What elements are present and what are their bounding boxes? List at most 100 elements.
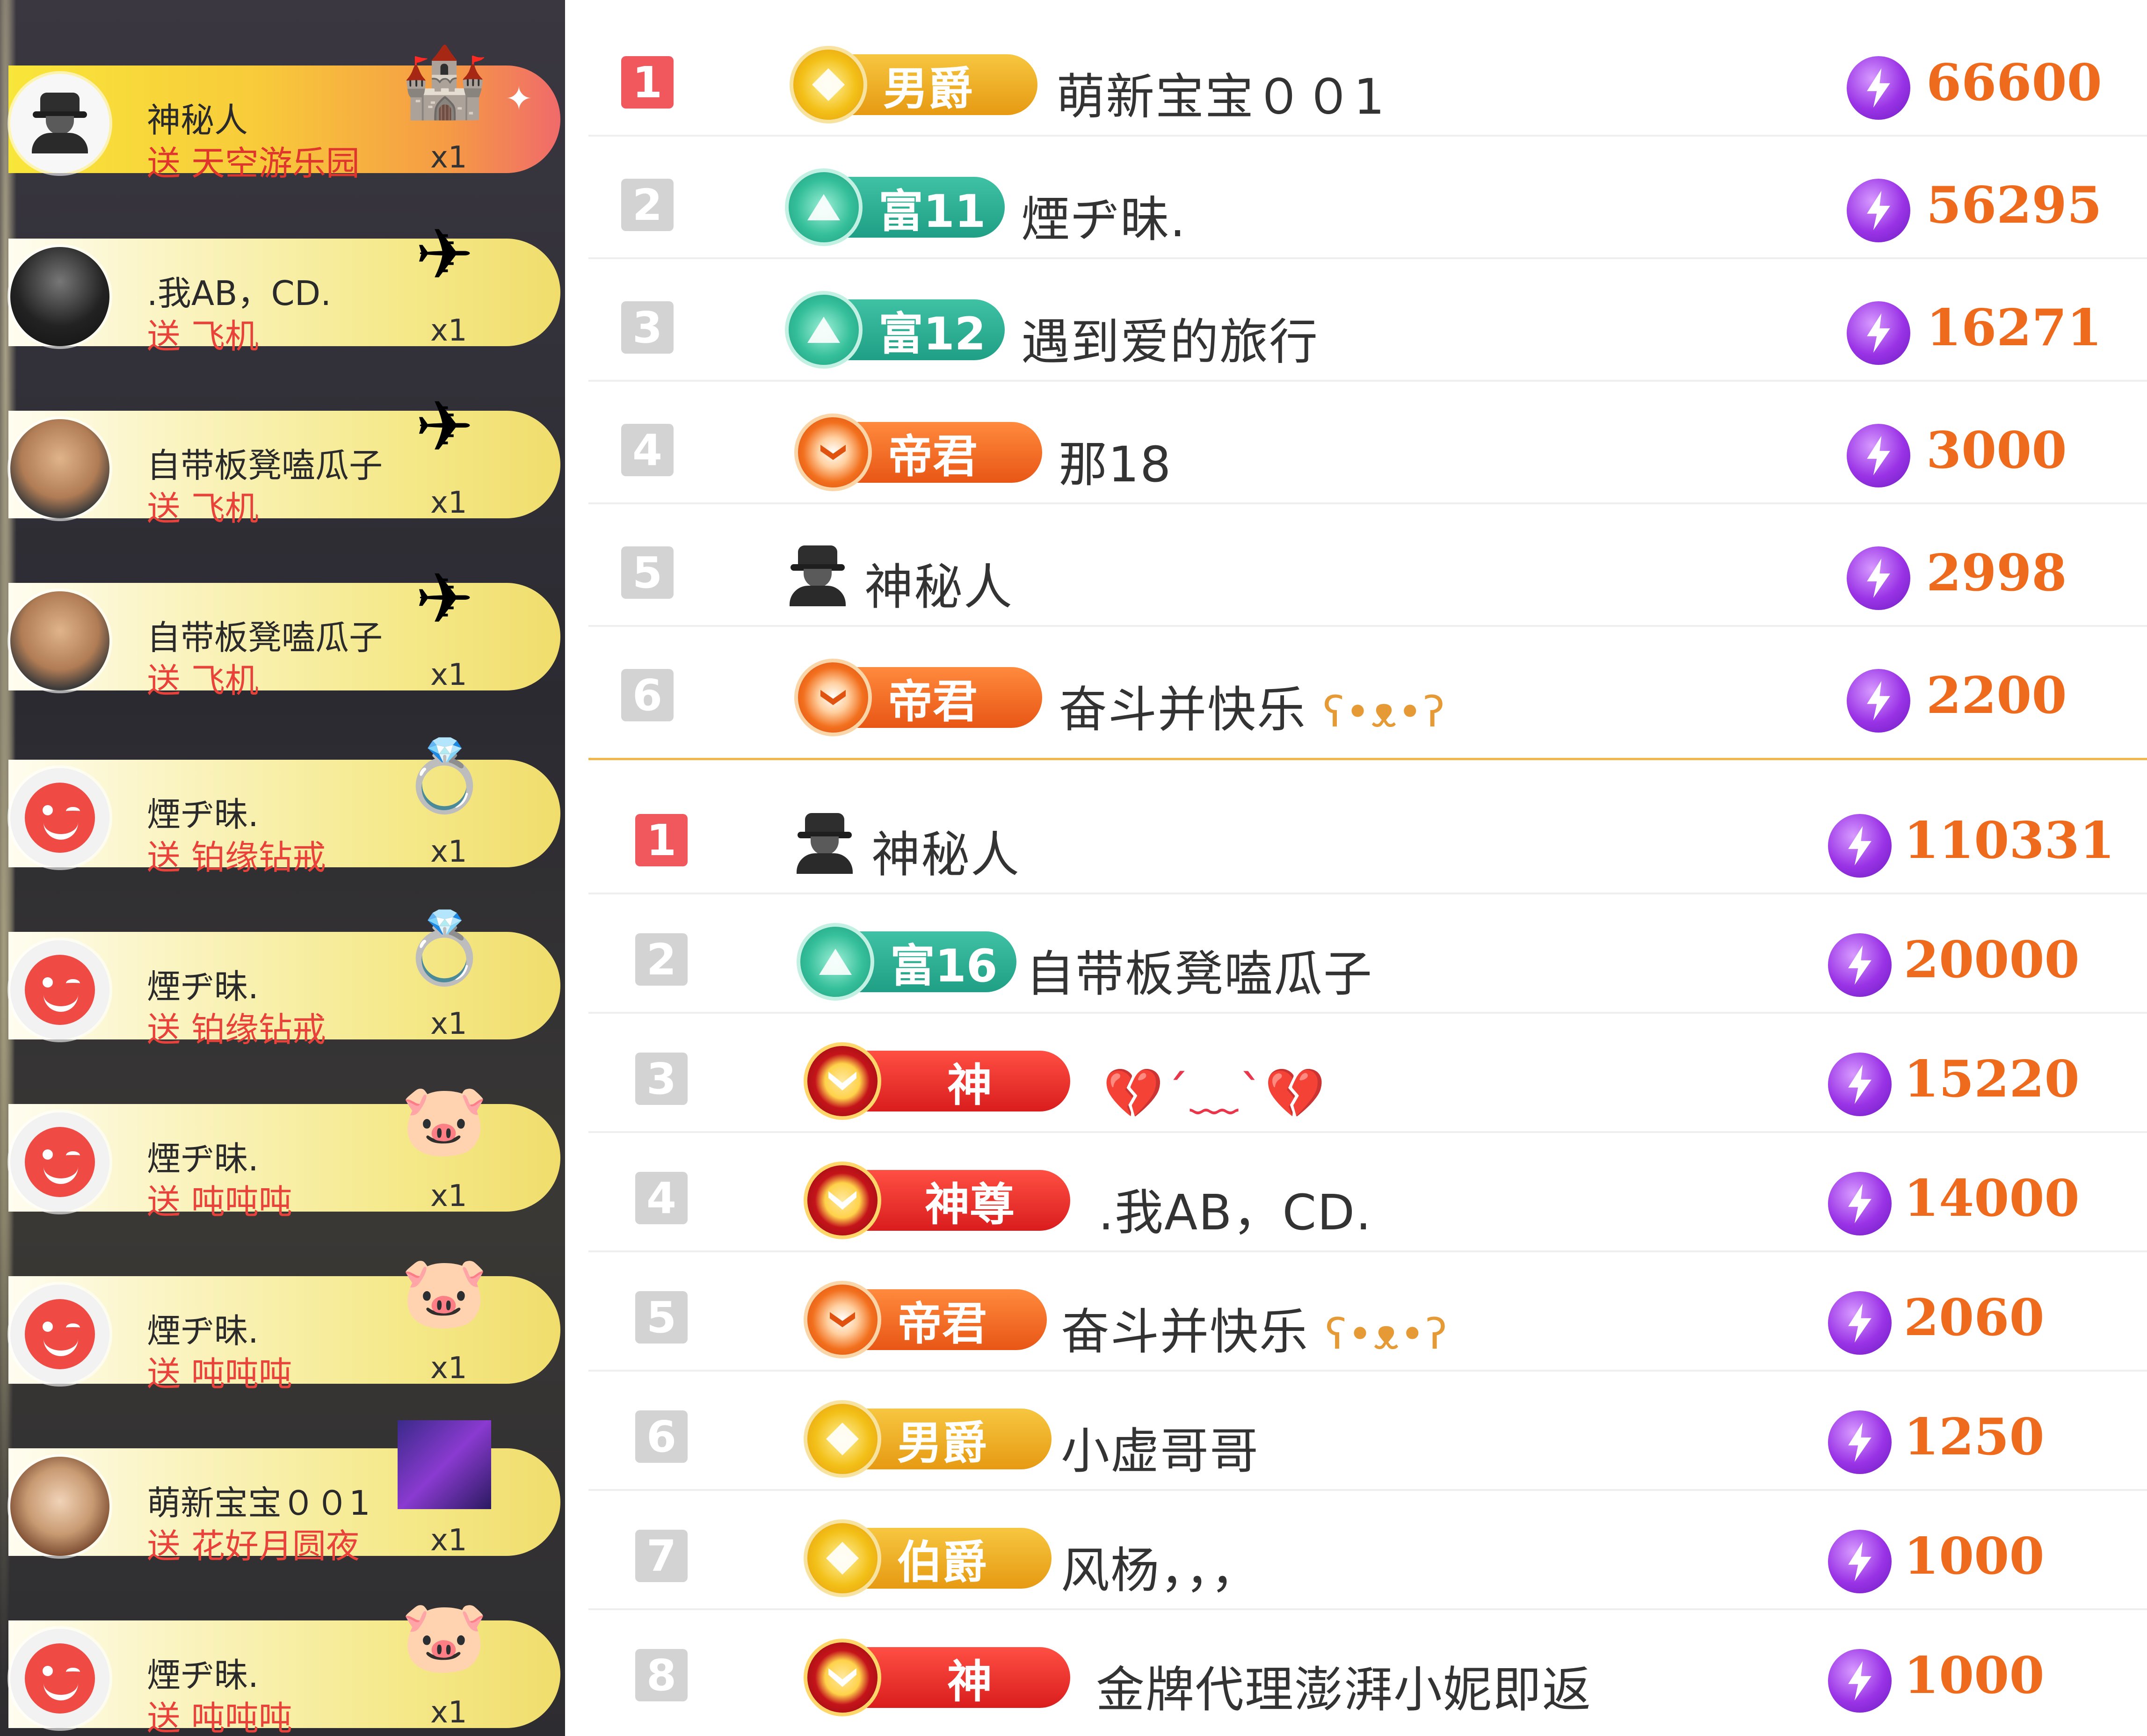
- bear-icon: ʕ•ᴥ•ʔ: [1323, 688, 1446, 737]
- leaderboard-bottom: 1 神秘人 110331 2 富16 自带板凳嗑瓜子 20000 3 神 💔ˊ﹏…: [588, 772, 2147, 1736]
- leaderboard-row[interactable]: 3 神 💔ˊ﹏ˋ💔 15220: [588, 1010, 2147, 1133]
- avatar[interactable]: [10, 1629, 109, 1728]
- badge-emblem-icon: [794, 414, 872, 491]
- emperor-badge: 帝君: [804, 1281, 1047, 1358]
- rank-number: 6: [621, 669, 674, 721]
- gift-feed: 神秘人 送 天空游乐园 x1 🏰 ✦ .我AB，CD. 送 飞机 x1 ✈ 自带…: [0, 0, 565, 1736]
- mystery-user-icon: [790, 545, 846, 606]
- avatar[interactable]: [10, 1112, 109, 1212]
- gift-sender-name: 神秘人: [147, 101, 248, 140]
- avatar[interactable]: [10, 940, 109, 1039]
- avatar[interactable]: [10, 1285, 109, 1384]
- rich-badge: 富16: [797, 923, 1016, 1001]
- gift-description: 送 花好月圆夜: [147, 1526, 360, 1566]
- gift-feed-item: 煙ヂ昧. 送 吨吨吨 x1 🐷: [0, 1596, 565, 1736]
- badge-emblem-icon: [794, 659, 872, 736]
- mystery-user-icon: [32, 93, 88, 153]
- smile-face-icon: [25, 1299, 95, 1369]
- rich-badge: 富11: [785, 168, 1005, 246]
- gift-description: 送 铂缘钻戒: [147, 838, 326, 877]
- sparkle-icon: ✦: [505, 80, 533, 118]
- lightning-coin-icon: [1847, 301, 1910, 365]
- noble-badge: 男爵: [790, 46, 1037, 123]
- leaderboard-row[interactable]: 4 帝君 那18 3000: [588, 382, 2147, 504]
- score: 3000: [1926, 421, 2067, 480]
- rich-badge: 富12: [785, 291, 1005, 369]
- badge-emblem-icon: [785, 168, 863, 246]
- lightning-coin-icon: [1847, 56, 1910, 120]
- score: 14000: [1904, 1169, 2080, 1228]
- moon-night-icon: [398, 1420, 491, 1509]
- leaderboard-row[interactable]: 6 帝君 奋斗并快乐 ʕ•ᴥ•ʔ 2200: [588, 627, 2147, 749]
- wizard-pig-icon: 🐷: [400, 1080, 488, 1161]
- badge-emblem-icon: [790, 46, 867, 123]
- score: 15220: [1904, 1050, 2080, 1109]
- badge-emblem-icon: [804, 1042, 881, 1120]
- avatar[interactable]: [10, 419, 109, 518]
- rank-number: 2: [635, 933, 688, 986]
- smile-face-icon: [25, 783, 95, 853]
- leaderboard-row[interactable]: 1 男爵 萌新宝宝００1 66600: [588, 14, 2147, 137]
- badge-emblem-icon: [797, 923, 874, 1001]
- badge-emblem-icon: [804, 1162, 881, 1239]
- gift-description: 送 吨吨吨: [147, 1354, 292, 1394]
- gift-sender-name: .我AB，CD.: [147, 274, 332, 313]
- rank-number: 1: [635, 814, 688, 866]
- leaderboard-row[interactable]: 5 帝君 奋斗并快乐 ʕ•ᴥ•ʔ 2060: [588, 1249, 2147, 1372]
- user-name: 萌新宝宝００1: [1056, 68, 1386, 125]
- leaderboard-row[interactable]: 3 富12 遇到爱的旅行 16271: [588, 259, 2147, 382]
- avatar[interactable]: [10, 74, 109, 173]
- gift-count: x1: [430, 1007, 467, 1041]
- rank-number: 4: [621, 424, 674, 476]
- leaderboard-row[interactable]: 7 伯爵 风杨，，， 1000: [588, 1488, 2147, 1610]
- avatar[interactable]: [10, 247, 109, 346]
- leaderboard-row[interactable]: 5 神秘人 2998: [588, 504, 2147, 627]
- gift-sender-name: 煙ヂ昧.: [147, 1656, 259, 1695]
- gift-feed-item: 自带板凳嗑瓜子 送 飞机 x1 ✈: [0, 386, 565, 528]
- gift-count: x1: [430, 835, 467, 869]
- badge-emblem-icon: [785, 291, 863, 369]
- score: 2998: [1926, 544, 2067, 603]
- badge-emblem-icon: [804, 1639, 881, 1716]
- gift-sender-name: 煙ヂ昧.: [147, 795, 259, 834]
- gift-description: 送 飞机: [147, 661, 259, 700]
- gift-count: x1: [430, 658, 467, 692]
- lightning-coin-icon: [1847, 424, 1910, 487]
- user-name: 奋斗并快乐 ʕ•ᴥ•ʔ: [1061, 1303, 1448, 1360]
- lightning-coin-icon: [1828, 1053, 1892, 1116]
- emperor-badge: 帝君: [794, 414, 1042, 491]
- user-name: 那18: [1059, 436, 1172, 493]
- gift-count: x1: [430, 1695, 467, 1730]
- rank-number: 8: [635, 1649, 688, 1701]
- gift-sender-name: 萌新宝宝００1: [147, 1483, 370, 1523]
- gift-sender-name: 煙ヂ昧.: [147, 1311, 259, 1351]
- leaderboard-row[interactable]: 4 神尊 .我AB，CD. 14000: [588, 1130, 2147, 1252]
- leaderboard-row[interactable]: 8 神 金牌代理澎湃小妮即返 1000: [588, 1607, 2147, 1729]
- score: 2060: [1904, 1288, 2045, 1347]
- user-name: .我AB，CD.: [1098, 1184, 1372, 1241]
- gift-count: x1: [430, 1351, 467, 1386]
- gift-count: x1: [430, 313, 467, 348]
- badge-emblem-icon: [804, 1281, 881, 1358]
- user-name: 💔ˊ﹏ˋ💔: [1103, 1065, 1326, 1122]
- user-name: 遇到爱的旅行: [1021, 313, 1319, 370]
- leaderboard-row[interactable]: 6 男爵 小虚哥哥 1250: [588, 1368, 2147, 1491]
- rank-number: 6: [635, 1410, 688, 1463]
- mystery-user-icon: [797, 813, 853, 874]
- lightning-coin-icon: [1828, 1172, 1892, 1235]
- leaderboard-row[interactable]: 2 富11 煙ヂ昧. 56295: [588, 137, 2147, 259]
- rank-number: 1: [621, 56, 674, 109]
- gift-count: x1: [430, 486, 467, 520]
- avatar[interactable]: [10, 768, 109, 867]
- gift-description: 送 飞机: [147, 489, 259, 528]
- rank-number: 2: [621, 179, 674, 231]
- user-name: 金牌代理澎湃小妮即返: [1096, 1661, 1592, 1718]
- gift-sender-name: 自带板凳嗑瓜子: [147, 618, 383, 657]
- leaderboard-row[interactable]: 2 富16 自带板凳嗑瓜子 20000: [588, 891, 2147, 1014]
- avatar[interactable]: [10, 1457, 109, 1556]
- gift-feed-item: 自带板凳嗑瓜子 送 飞机 x1 ✈: [0, 559, 565, 700]
- airplane-icon: ✈: [415, 559, 474, 640]
- leaderboard-row[interactable]: 1 神秘人 110331: [588, 772, 2147, 894]
- lightning-coin-icon: [1828, 933, 1892, 997]
- avatar[interactable]: [10, 591, 109, 690]
